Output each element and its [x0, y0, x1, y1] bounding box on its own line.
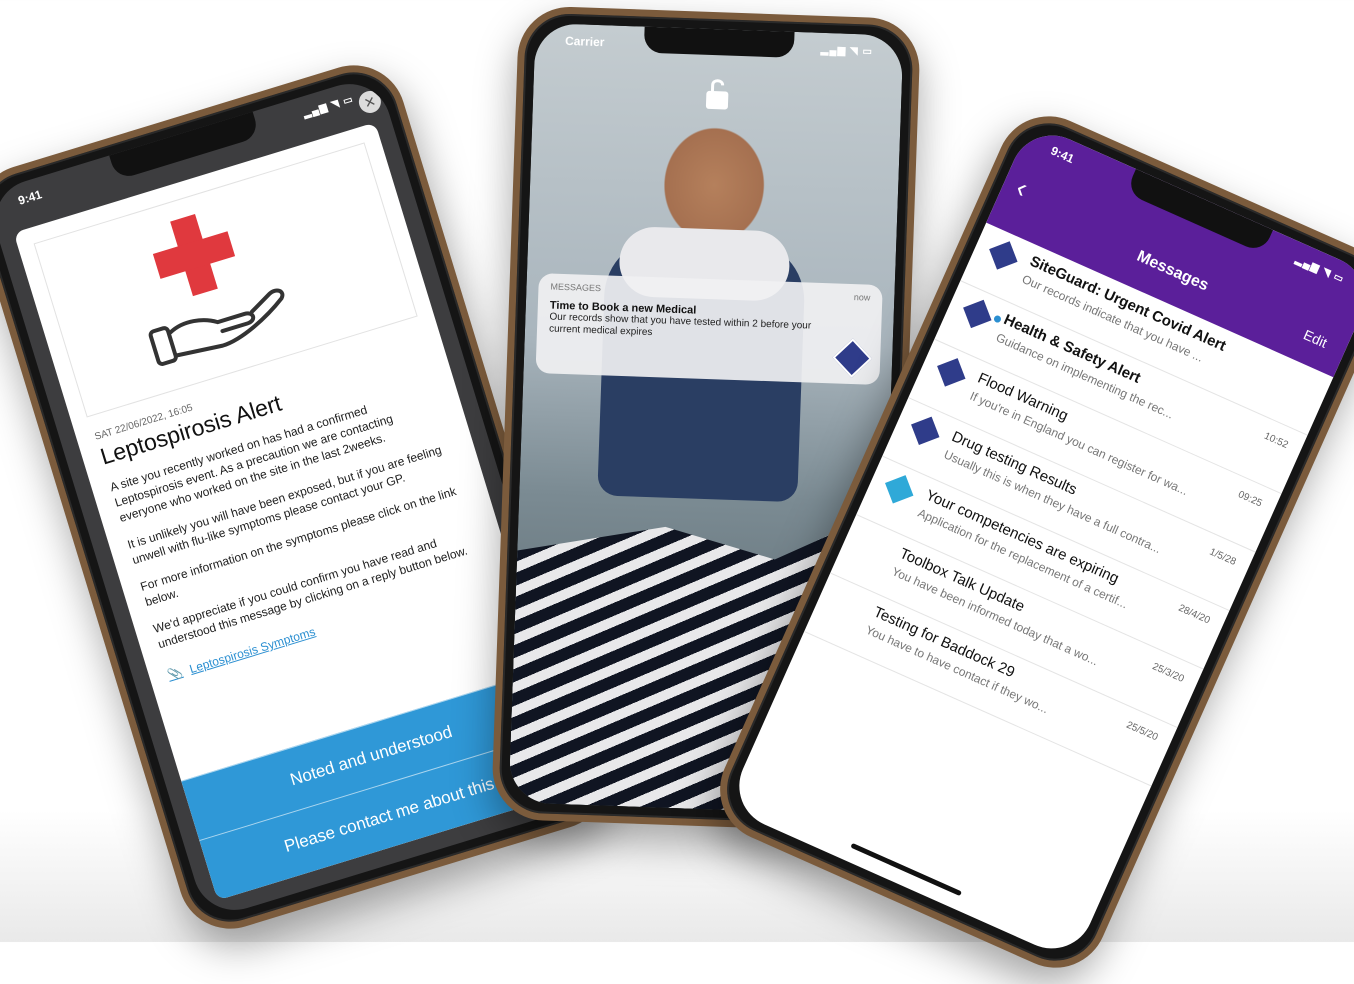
app-logo-icon	[989, 241, 1018, 270]
notification-app-name: MESSAGES	[550, 281, 602, 294]
status-carrier: Carrier	[564, 33, 605, 50]
paperclip-icon: 📎	[165, 665, 185, 683]
app-logo-icon	[832, 338, 873, 378]
push-notification[interactable]: MESSAGES now Time to Book a new Medical …	[535, 273, 883, 386]
unlock-icon	[705, 79, 729, 110]
status-time: 9:41	[16, 187, 44, 208]
close-icon[interactable]: ✕	[356, 88, 384, 116]
signal-icon: ▂▄▆ ◥ ▭	[820, 44, 874, 58]
app-logo-icon	[963, 299, 992, 329]
app-logo-icon	[911, 416, 940, 446]
app-logo-icon	[937, 358, 966, 387]
app-logo-icon	[885, 475, 914, 504]
notification-time: now	[853, 292, 871, 303]
signal-icon: ▂▄▆ ◥ ▭	[301, 93, 355, 120]
unread-dot	[992, 314, 1003, 324]
home-indicator[interactable]	[850, 842, 963, 897]
notification-header: MESSAGES now	[550, 281, 870, 302]
